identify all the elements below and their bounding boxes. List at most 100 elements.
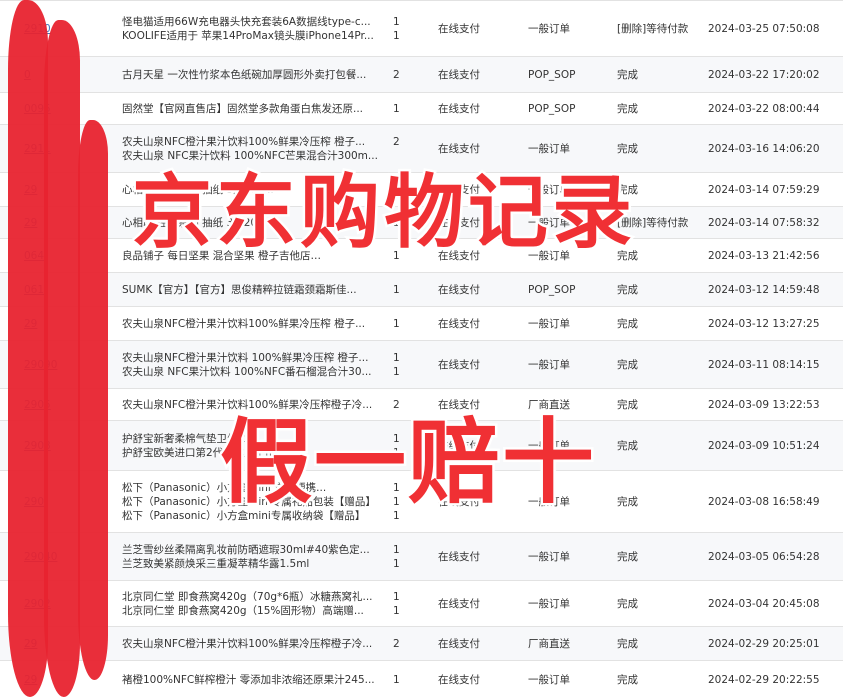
order-datetime: 2024-03-09 13:22:53 — [708, 399, 820, 411]
quantities-line: 1 — [393, 352, 400, 364]
order-status: [删除]等待付款 — [617, 23, 689, 35]
payment-method: 在线支付 — [438, 284, 480, 296]
order-row: 29农夫山泉NFC橙汁果汁饮料100%鲜果冷压榨橙子冷...2在线支付厂商直送完… — [0, 626, 843, 661]
quantities-line: 1 — [393, 103, 400, 115]
order-type: POP_SOP — [528, 69, 576, 81]
product-names-line[interactable]: KOOLIFE适用于 苹果14ProMax镜头膜iPhone14Pr... — [122, 29, 380, 43]
product-names[interactable]: 农夫山泉NFC橙汁果汁饮料100%鲜果冷压榨 橙子... — [122, 317, 380, 331]
quantities: 11 — [393, 543, 417, 571]
product-names-line[interactable]: 农夫山泉 NFC果汁饮料 100%NFC番石榴混合汁30... — [122, 365, 380, 379]
order-status: 完成 — [617, 318, 638, 330]
order-datetime: 2024-03-14 07:59:29 — [708, 184, 820, 196]
order-type: 一般订单 — [528, 318, 570, 330]
order-type: 一般订单 — [528, 23, 570, 35]
quantities: 1 — [393, 673, 417, 687]
product-names-line[interactable]: 农夫山泉NFC橙汁果汁饮料 100%鲜果冷压榨 橙子... — [122, 351, 380, 365]
product-names[interactable]: 古月天星 一次性竹浆本色纸碗加厚圆形外卖打包餐... — [122, 68, 380, 82]
quantities-line: 1 — [393, 284, 400, 296]
payment-method: 在线支付 — [438, 359, 480, 371]
payment-method: 在线支付 — [438, 674, 480, 686]
product-names-line[interactable]: 北京同仁堂 即食燕窝420g（15%固形物）高端赠... — [122, 604, 380, 618]
payment-method: 在线支付 — [438, 638, 480, 650]
product-names-line[interactable]: 怪电猫适用66W充电器头快充套装6A数据线type-c... — [122, 15, 380, 29]
product-names-line[interactable]: 兰芝雪纱丝柔隔离乳妆前防晒遮瑕30ml#40紫色定... — [122, 543, 380, 557]
quantities-line: 2 — [393, 638, 400, 650]
product-names-line[interactable]: 北京同仁堂 即食燕窝420g（70g*6瓶）冰糖燕窝礼... — [122, 590, 380, 604]
order-row: 061SUMK【官方】【官方】思俊精粹拉链霜颈霜斯佳...1在线支付POP_SO… — [0, 272, 843, 307]
quantities: 11 — [393, 590, 417, 618]
product-names[interactable]: 兰芝雪纱丝柔隔离乳妆前防晒遮瑕30ml#40紫色定... 兰芝致美紧颜焕采三重凝萃… — [122, 543, 380, 571]
payment-method: 在线支付 — [438, 551, 480, 563]
order-type: 厂商直送 — [528, 638, 570, 650]
order-status: 完成 — [617, 440, 638, 452]
quantities: 1 — [393, 317, 417, 331]
order-datetime: 2024-03-08 16:58:49 — [708, 496, 820, 508]
order-row: 29090农夫山泉NFC橙汁果汁饮料 100%鲜果冷压榨 橙子...农夫山泉 N… — [0, 340, 843, 389]
red-scribble-right — [78, 120, 108, 680]
payment-method: 在线支付 — [438, 69, 480, 81]
quantities-line: 2 — [393, 136, 400, 148]
order-datetime: 2024-03-09 10:51:24 — [708, 440, 820, 452]
order-status: 完成 — [617, 69, 638, 81]
product-names-line[interactable]: 兰芝致美紧颜焕采三重凝萃精华露1.5ml — [122, 557, 380, 571]
order-status: 完成 — [617, 103, 638, 115]
quantities-line: 1 — [393, 674, 400, 686]
quantities-line: 1 — [393, 318, 400, 330]
order-datetime: 2024-02-29 20:25:01 — [708, 638, 820, 650]
product-names-line[interactable]: 古月天星 一次性竹浆本色纸碗加厚圆形外卖打包餐... — [122, 68, 380, 82]
order-datetime: 2024-03-13 21:42:56 — [708, 250, 820, 262]
quantities: 11 — [393, 15, 417, 43]
payment-method: 在线支付 — [438, 103, 480, 115]
product-names[interactable]: 固然堂【官网直售店】固然堂多款角蛋白焦发还原... — [122, 102, 380, 116]
overlay-slogan: 假一赔十 — [217, 407, 597, 519]
red-scribble-middle — [44, 20, 80, 697]
product-names[interactable]: 褚橙100%NFC鲜榨橙汁 零添加非浓缩还原果汁245... — [122, 673, 380, 687]
order-datetime: 2024-03-12 13:27:25 — [708, 318, 820, 330]
payment-method: 在线支付 — [438, 318, 480, 330]
quantities-line: 1 — [393, 558, 400, 570]
overlay-title: 京东购物记录 — [130, 164, 636, 262]
product-names-line[interactable]: SUMK【官方】【官方】思俊精粹拉链霜颈霜斯佳... — [122, 283, 380, 297]
quantities-line: 1 — [393, 30, 400, 42]
order-datetime: 2024-03-16 14:06:20 — [708, 143, 820, 155]
quantities: 2 — [393, 637, 417, 651]
product-names[interactable]: 农夫山泉NFC橙汁果汁饮料100%鲜果冷压榨橙子冷... — [122, 637, 380, 651]
order-status: 完成 — [617, 399, 638, 411]
order-row: 2910怪电猫适用66W充电器头快充套装6A数据线type-c...KOOLIF… — [0, 0, 843, 57]
product-names-line[interactable]: 褚橙100%NFC鲜榨橙汁 零添加非浓缩还原果汁245... — [122, 673, 380, 687]
order-row: 29040兰芝雪纱丝柔隔离乳妆前防晒遮瑕30ml#40紫色定...兰芝致美紧颜焕… — [0, 532, 843, 581]
quantities: 11 — [393, 351, 417, 379]
product-names[interactable]: SUMK【官方】【官方】思俊精粹拉链霜颈霜斯佳... — [122, 283, 380, 297]
order-row: 0095固然堂【官网直售店】固然堂多款角蛋白焦发还原...1在线支付POP_SO… — [0, 92, 843, 125]
order-row: 0古月天星 一次性竹浆本色纸碗加厚圆形外卖打包餐...2在线支付POP_SOP完… — [0, 56, 843, 93]
order-type: POP_SOP — [528, 284, 576, 296]
order-status: 完成 — [617, 359, 638, 371]
quantities: 2 — [393, 68, 417, 82]
product-names-line[interactable]: 农夫山泉NFC橙汁果汁饮料100%鲜果冷压榨 橙子... — [122, 135, 380, 149]
quantities-line: 1 — [393, 16, 400, 28]
order-row: 2902北京同仁堂 即食燕窝420g（70g*6瓶）冰糖燕窝礼...北京同仁堂 … — [0, 580, 843, 627]
product-names-line[interactable]: 农夫山泉NFC橙汁果汁饮料100%鲜果冷压榨橙子冷... — [122, 637, 380, 651]
order-datetime: 2024-03-05 06:54:28 — [708, 551, 820, 563]
order-status: 完成 — [617, 674, 638, 686]
order-datetime: 2024-03-22 17:20:02 — [708, 69, 820, 81]
product-names-line[interactable]: 固然堂【官网直售店】固然堂多款角蛋白焦发还原... — [122, 102, 380, 116]
product-names[interactable]: 北京同仁堂 即食燕窝420g（70g*6瓶）冰糖燕窝礼... 北京同仁堂 即食燕窝… — [122, 590, 380, 618]
order-history-screenshot: 2910怪电猫适用66W充电器头快充套装6A数据线type-c...KOOLIF… — [0, 0, 843, 697]
order-datetime: 2024-02-29 20:22:55 — [708, 674, 820, 686]
red-scribble-left — [8, 0, 48, 697]
order-status: 完成 — [617, 284, 638, 296]
product-names[interactable]: 怪电猫适用66W充电器头快充套装6A数据线type-c... KOOLIFE适用于… — [122, 15, 380, 43]
order-status: 完成 — [617, 551, 638, 563]
order-type: 一般订单 — [528, 359, 570, 371]
order-datetime: 2024-03-04 20:45:08 — [708, 598, 820, 610]
quantities-line: 1 — [393, 591, 400, 603]
order-datetime: 2024-03-25 07:50:08 — [708, 23, 820, 35]
quantities-line: 1 — [393, 605, 400, 617]
order-type: 一般订单 — [528, 598, 570, 610]
product-names-line[interactable]: 农夫山泉NFC橙汁果汁饮料100%鲜果冷压榨 橙子... — [122, 317, 380, 331]
product-names[interactable]: 农夫山泉NFC橙汁果汁饮料 100%鲜果冷压榨 橙子... 农夫山泉 NFC果汁饮… — [122, 351, 380, 379]
order-row: 29褚橙100%NFC鲜榨橙汁 零添加非浓缩还原果汁245...1在线支付一般订… — [0, 660, 843, 697]
order-type: 一般订单 — [528, 674, 570, 686]
order-status: 完成 — [617, 496, 638, 508]
